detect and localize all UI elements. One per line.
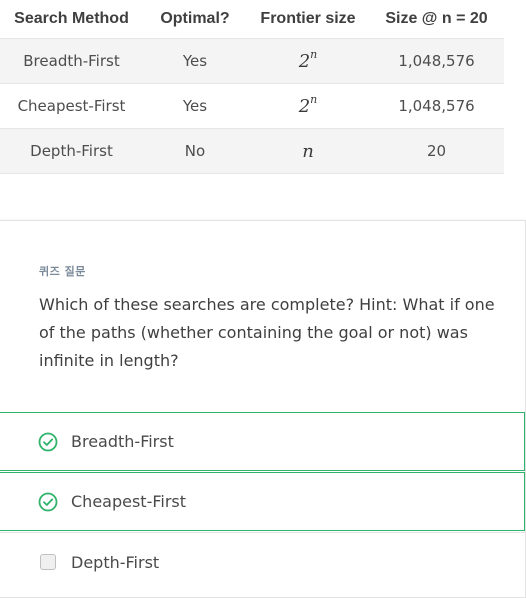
- frontier-cell: 2n: [247, 38, 369, 84]
- checkbox-icon[interactable]: [38, 552, 58, 572]
- frontier-formula: 2n: [298, 93, 318, 117]
- table-row: Cheapest-First Yes 2n 1,048,576: [0, 83, 504, 129]
- quiz-panel: 퀴즈 질문 Which of these searches are comple…: [0, 220, 526, 598]
- option-depth-first[interactable]: Depth-First: [0, 532, 525, 591]
- optimal-cell: No: [143, 128, 247, 174]
- comparison-table: Search Method Optimal? Frontier size Siz…: [0, 0, 504, 174]
- checkbox[interactable]: [40, 554, 56, 570]
- option-label: Depth-First: [71, 552, 160, 572]
- check-circle-icon: [38, 492, 58, 512]
- method-cell: Breadth-First: [0, 38, 143, 84]
- method-cell: Cheapest-First: [0, 83, 143, 129]
- method-cell: Depth-First: [0, 128, 143, 174]
- frontier-formula: n: [302, 140, 314, 162]
- optimal-cell: Yes: [143, 83, 247, 129]
- table-row: Breadth-First Yes 2n 1,048,576: [0, 38, 504, 84]
- column-header: Frontier size: [247, 0, 369, 39]
- check-circle-icon: [38, 432, 58, 452]
- frontier-formula: 2n: [298, 48, 318, 72]
- column-header: Optimal?: [143, 0, 247, 39]
- optimal-cell: Yes: [143, 38, 247, 84]
- option-label: Cheapest-First: [71, 492, 187, 511]
- frontier-cell: n: [247, 128, 369, 174]
- size-cell: 1,048,576: [369, 83, 504, 129]
- column-header: Size @ n = 20: [369, 0, 504, 39]
- frontier-cell: 2n: [247, 83, 369, 129]
- option-breadth-first[interactable]: Breadth-First: [0, 412, 525, 471]
- quiz-label: 퀴즈 질문: [39, 265, 86, 278]
- table-row: Depth-First No n 20: [0, 128, 504, 174]
- option-label: Breadth-First: [71, 432, 174, 451]
- table-header-row: Search Method Optimal? Frontier size Siz…: [0, 0, 504, 39]
- size-cell: 1,048,576: [369, 38, 504, 84]
- column-header: Search Method: [0, 0, 143, 39]
- quiz-question: Which of these searches are complete? Hi…: [39, 295, 495, 370]
- size-cell: 20: [369, 128, 504, 174]
- option-cheapest-first[interactable]: Cheapest-First: [0, 472, 525, 531]
